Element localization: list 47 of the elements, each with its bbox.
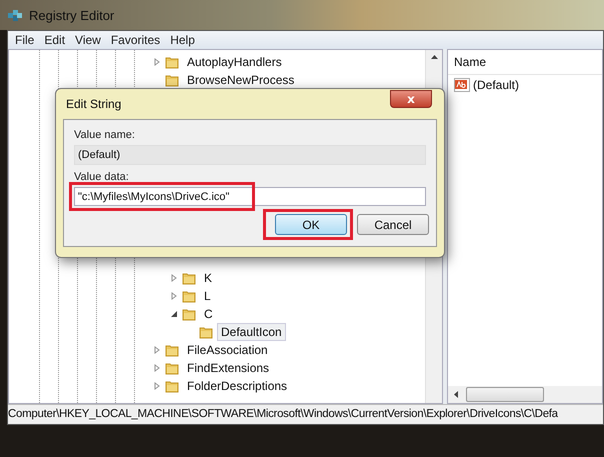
field-label: Value name: [74,129,136,141]
value-data-field[interactable]: "c:\Myfiles\MyIcons\DriveC.ico" [74,187,426,206]
menu-item[interactable]: Edit [39,33,70,47]
expand-arrow-icon[interactable] [170,292,178,300]
field-label: Value data: [74,171,130,183]
tree-item[interactable]: AutoplayHandlers [183,53,286,71]
tree-item[interactable]: FindExtensions [183,359,274,377]
dialog-button[interactable]: OK [275,214,347,235]
registry-cubes-icon [7,7,23,23]
folder-icon [182,307,196,321]
expand-arrow-icon[interactable] [153,346,161,354]
folder-icon [182,289,196,303]
tree-item[interactable]: L [200,287,215,305]
expand-arrow-icon[interactable] [170,274,178,282]
window-title: Registry Editor [29,8,114,22]
folder-icon [165,55,179,69]
tree-item[interactable]: FileAssociation [183,341,272,359]
folder-icon [165,361,179,375]
menu-item[interactable]: File [10,33,40,47]
folder-icon [165,343,179,357]
tree-item[interactable]: BrowseNewProcess [183,71,298,89]
menu-item[interactable]: Favorites [106,33,166,47]
menu-item[interactable]: Help [165,33,200,47]
status-bar: Computer\HKEY_LOCAL_MACHINE\SOFTWARE\Microsoft\Windows\CurrentVersion\Explorer\DriveIcons\C\Defa [8,404,603,424]
dialog-button[interactable]: Cancel [357,214,429,235]
expand-arrow-icon[interactable] [153,58,161,66]
value-name-field: (Default) [74,145,426,165]
scroll-up-arrow-icon[interactable] [430,55,438,59]
dialog-title: Edit String [66,97,122,111]
tree-item[interactable]: C [200,305,217,323]
value-name[interactable]: (Default) [473,78,520,92]
folder-icon [199,325,213,339]
expand-arrow-icon[interactable] [153,382,161,390]
folder-icon [165,73,179,87]
collapse-arrow-icon[interactable] [170,310,178,318]
folder-icon [182,271,196,285]
column-header[interactable]: Name [454,55,486,69]
close-button[interactable]: x [390,90,432,108]
tree-item[interactable]: FolderDescriptions [183,377,292,395]
string-value-icon [454,78,470,92]
folder-icon [165,379,179,393]
tree-item[interactable]: DefaultIcon [217,323,286,341]
menu-item[interactable]: View [70,33,106,47]
expand-arrow-icon[interactable] [153,364,161,372]
horizontal-scrollbar[interactable] [448,386,602,403]
tree-item[interactable]: K [200,269,216,287]
scroll-left-arrow-icon[interactable] [454,391,458,398]
